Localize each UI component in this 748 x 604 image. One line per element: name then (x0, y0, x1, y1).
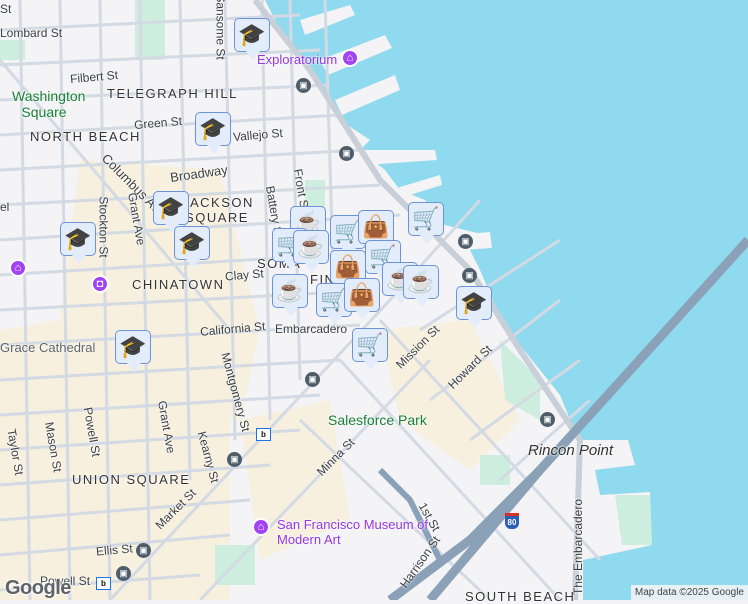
school-marker[interactable]: 🎓 (195, 112, 231, 154)
shopping-cart-icon: 🛒 (412, 206, 440, 231)
neighborhood-label: UNION SQUARE (72, 472, 191, 487)
street-label: The Embarcadero (571, 498, 586, 596)
poi-label[interactable]: Exploratorium (257, 52, 337, 67)
shopping-bag-icon: 👜 (362, 214, 390, 239)
park-label: Washington Square (12, 88, 86, 120)
map-attribution[interactable]: Map data ©2025 Google (630, 585, 748, 600)
school-marker[interactable]: 🎓 (456, 286, 492, 328)
poi-label[interactable]: Grace Cathedral (0, 340, 95, 355)
museum-icon[interactable]: ⌂ (341, 49, 359, 67)
park-label: Salesforce Park (328, 412, 427, 428)
school-marker[interactable]: 🎓 (115, 330, 151, 372)
tram-icon[interactable]: ▣ (462, 268, 477, 283)
shopping-bag-icon: 👜 (348, 282, 376, 307)
school-marker[interactable]: 🎓 (60, 222, 96, 264)
poi-label[interactable]: San Francisco Museum of Modern Art (277, 517, 457, 547)
cluster-marker[interactable]: 👜 (358, 210, 394, 252)
graduation-cap-icon: 🎓 (119, 334, 147, 359)
coffee-cup-icon: ☕ (276, 278, 304, 303)
graduation-cap-icon: 🎓 (157, 195, 185, 220)
shopping-cart-icon: 🛒 (356, 332, 384, 357)
street-label: St (0, 2, 12, 16)
cafe-marker[interactable]: ☕ (293, 230, 329, 272)
coffee-cup-icon: ☕ (407, 269, 435, 294)
tram-icon[interactable]: ▣ (540, 412, 555, 427)
graduation-cap-icon: 🎓 (178, 230, 206, 255)
tram-icon[interactable]: ▣ (116, 566, 131, 581)
neighborhood-label: TELEGRAPH HILL (107, 86, 238, 101)
grocery-marker[interactable]: 🛒 (352, 328, 388, 370)
shopping-bag-icon: 👜 (334, 254, 362, 279)
tram-icon[interactable]: ▣ (339, 146, 354, 161)
street-label: el (0, 200, 10, 214)
graduation-cap-icon: 🎓 (460, 290, 488, 315)
school-marker[interactable]: 🎓 (174, 226, 210, 268)
google-logo: Google (5, 577, 71, 599)
neighborhood-label: CHINATOWN (132, 277, 225, 292)
shop-marker[interactable]: 👜 (344, 278, 380, 320)
cafe-marker[interactable]: ☕ (403, 265, 439, 307)
street-label: Lombard St (0, 26, 63, 40)
grocery-marker[interactable]: 🛒 (408, 202, 444, 244)
camera-icon[interactable]: ◘ (91, 275, 109, 293)
school-marker[interactable]: 🎓 (153, 191, 189, 233)
neighborhood-label: JACKSON SQUARE (182, 195, 254, 225)
tram-icon[interactable]: ▣ (305, 372, 320, 387)
graduation-cap-icon: 🎓 (64, 226, 92, 251)
tram-icon[interactable]: ▣ (227, 452, 242, 467)
neighborhood-label: NORTH BEACH (30, 129, 141, 144)
school-marker[interactable]: 🎓 (234, 18, 270, 60)
museum-icon[interactable]: ⌂ (252, 518, 270, 536)
coffee-cup-icon: ☕ (297, 234, 325, 259)
museum-icon[interactable]: ⌂ (9, 259, 27, 277)
tram-icon[interactable]: ▣ (136, 543, 151, 558)
street-label: Stockton St (96, 196, 111, 258)
neighborhood-label: SOUTH BEACH (465, 589, 576, 604)
street-label: Sansome St (213, 0, 228, 60)
graduation-cap-icon: 🎓 (238, 22, 266, 47)
graduation-cap-icon: 🎓 (199, 116, 227, 141)
interstate-shield: 80 (505, 513, 519, 529)
cafe-marker[interactable]: ☕ (272, 274, 308, 316)
bart-icon[interactable]: b (256, 428, 271, 441)
place-label: Rincon Point (528, 442, 614, 459)
bart-icon[interactable]: b (96, 577, 111, 590)
tram-icon[interactable]: ▣ (296, 78, 311, 93)
tram-icon[interactable]: ▣ (458, 234, 473, 249)
